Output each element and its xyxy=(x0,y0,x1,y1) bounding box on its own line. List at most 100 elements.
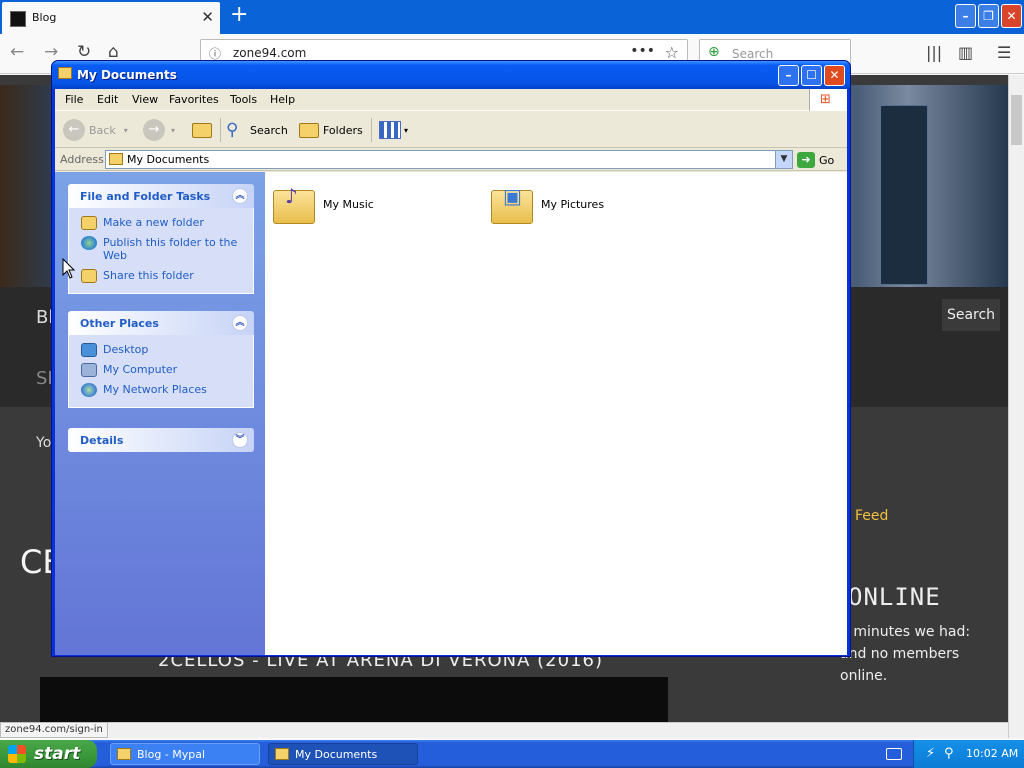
panel-header[interactable]: File and Folder Tasks ︽ xyxy=(68,184,254,208)
task-label: Blog - Mypal xyxy=(137,747,206,761)
up-folder-button[interactable] xyxy=(192,118,216,142)
collapse-chevron-icon[interactable]: ︽ xyxy=(232,315,248,331)
search-tray-icon[interactable]: ⚲ xyxy=(944,746,954,761)
online-heading: ONLINE xyxy=(848,583,941,611)
reload-icon[interactable]: ↻ xyxy=(77,42,91,62)
page-horizontal-scrollbar[interactable] xyxy=(0,722,1008,738)
folder-item-my-pictures[interactable]: ▣ My Pictures xyxy=(491,184,604,224)
new-tab-button[interactable]: + xyxy=(230,2,248,27)
scrollbar-thumb[interactable] xyxy=(1011,95,1022,145)
system-tray: ⚡ ⚲ 10:02 AM xyxy=(913,740,1024,768)
views-icon xyxy=(379,121,401,139)
share-folder-link[interactable]: Share this folder xyxy=(69,267,253,284)
my-computer-link[interactable]: My Computer xyxy=(69,361,253,378)
hamburger-menu-icon[interactable]: ☰ xyxy=(997,43,1011,62)
tab-close-icon[interactable]: ✕ xyxy=(201,8,214,26)
status-url: zone94.com/sign-in xyxy=(0,722,108,738)
browser-maximize-button[interactable]: ❐ xyxy=(978,4,999,28)
folder-name: My Music xyxy=(323,197,374,211)
maximize-button[interactable]: ☐ xyxy=(801,65,822,86)
dropdown-arrow-icon[interactable]: ▾ xyxy=(124,126,128,135)
folder-item-my-music[interactable]: ♪ My Music xyxy=(273,184,374,224)
taskbar: start Blog - Mypal My Documents ⚡ ⚲ 10:0… xyxy=(0,740,1024,768)
network-tray-icon[interactable]: ⚡ xyxy=(926,746,935,761)
home-icon[interactable]: ⌂ xyxy=(108,42,119,62)
search-button[interactable]: ⚲ Search xyxy=(226,118,288,142)
page-actions-icon[interactable]: ••• xyxy=(630,43,655,59)
desktop-link[interactable]: Desktop xyxy=(69,341,253,358)
browser-close-button[interactable]: ✕ xyxy=(1001,4,1022,28)
menu-favorites[interactable]: Favorites xyxy=(169,93,219,106)
sidebar-icon[interactable]: ▥ xyxy=(958,43,973,62)
make-new-folder-link[interactable]: Make a new folder xyxy=(69,214,253,231)
minimize-button[interactable]: – xyxy=(778,65,799,86)
feed-link[interactable]: Feed xyxy=(855,508,888,524)
back-arrow-icon: ← xyxy=(63,119,85,141)
panel-title: Other Places xyxy=(80,317,159,330)
folders-button[interactable]: Folders xyxy=(299,118,363,142)
window-title: My Documents xyxy=(77,68,177,82)
library-icon[interactable]: ||| xyxy=(926,43,942,62)
page-vertical-scrollbar[interactable] xyxy=(1008,75,1024,738)
collapse-chevron-icon[interactable]: ︽ xyxy=(232,188,248,204)
picture-icon: ▣ xyxy=(503,184,522,208)
address-input[interactable]: My Documents ▼ xyxy=(105,150,793,169)
my-network-places-link[interactable]: My Network Places xyxy=(69,381,253,398)
publish-folder-link[interactable]: Publish this folder to the Web xyxy=(69,234,253,264)
menu-bar: File Edit View Favorites Tools Help ⊞ xyxy=(55,89,847,111)
city-tower-image xyxy=(880,105,928,285)
browser-app-icon xyxy=(117,748,131,760)
forward-arrow-icon[interactable]: → xyxy=(44,42,58,62)
panel-header[interactable]: Other Places ︽ xyxy=(68,311,254,335)
folder-icon xyxy=(275,748,289,760)
dropdown-arrow-icon[interactable]: ▾ xyxy=(171,126,175,135)
explorer-titlebar[interactable]: My Documents – ☐ ✕ xyxy=(52,61,850,89)
video-thumbnail[interactable] xyxy=(40,677,668,722)
link-label: Publish this folder to the Web xyxy=(103,236,238,262)
views-button[interactable]: ▾ xyxy=(379,118,408,142)
menu-edit[interactable]: Edit xyxy=(97,93,118,106)
go-button[interactable]: ➜ Go xyxy=(797,151,834,169)
folders-icon xyxy=(299,122,319,138)
keyboard-icon[interactable] xyxy=(886,748,902,760)
panel-header[interactable]: Details ︾ xyxy=(68,428,254,452)
menu-view[interactable]: View xyxy=(132,93,158,106)
new-folder-icon xyxy=(81,216,97,230)
close-button[interactable]: ✕ xyxy=(824,65,845,86)
address-value[interactable]: My Documents xyxy=(127,153,209,166)
other-places-panel: Other Places ︽ Desktop My Computer My Ne… xyxy=(68,311,254,408)
chevron-down-icon[interactable]: ▼ xyxy=(775,151,792,168)
start-button[interactable]: start xyxy=(0,740,97,768)
computer-icon xyxy=(81,363,97,377)
address-bar: Address My Documents ▼ ➜ Go xyxy=(55,149,847,171)
expand-chevron-icon[interactable]: ︾ xyxy=(232,432,248,448)
back-arrow-icon[interactable]: ← xyxy=(10,42,24,62)
panel-title: Details xyxy=(80,434,124,447)
panel-title: File and Folder Tasks xyxy=(80,190,211,203)
taskbar-item-blog[interactable]: Blog - Mypal xyxy=(110,743,260,765)
explorer-body: File Edit View Favorites Tools Help ⊞ ← … xyxy=(55,89,847,655)
panel-content: Desktop My Computer My Network Places xyxy=(68,335,254,408)
link-label: Make a new folder xyxy=(103,216,204,229)
site-search-button[interactable]: Search xyxy=(942,299,1000,331)
tab-title: Blog xyxy=(32,11,57,24)
share-folder-icon xyxy=(81,269,97,283)
browser-minimize-button[interactable]: – xyxy=(955,4,976,28)
folder-icon xyxy=(109,153,123,165)
favicon-icon xyxy=(10,11,26,27)
menu-file[interactable]: File xyxy=(65,93,83,106)
windows-flag-icon: ⊞ xyxy=(820,92,831,107)
folder-icon xyxy=(58,67,72,79)
windows-flag-icon xyxy=(8,745,26,763)
forward-button[interactable]: → ▾ xyxy=(143,118,175,142)
dropdown-arrow-icon: ▾ xyxy=(404,125,409,135)
go-label: Go xyxy=(819,153,835,167)
search-placeholder[interactable]: Search xyxy=(732,47,773,61)
taskbar-item-my-documents[interactable]: My Documents xyxy=(268,743,418,765)
menu-help[interactable]: Help xyxy=(270,93,295,106)
back-button[interactable]: ← Back ▾ xyxy=(63,118,128,142)
link-label: My Network Places xyxy=(103,383,207,396)
browser-tab[interactable]: Blog ✕ xyxy=(2,2,220,34)
url-text[interactable]: zone94.com xyxy=(233,46,306,60)
menu-tools[interactable]: Tools xyxy=(230,93,257,106)
